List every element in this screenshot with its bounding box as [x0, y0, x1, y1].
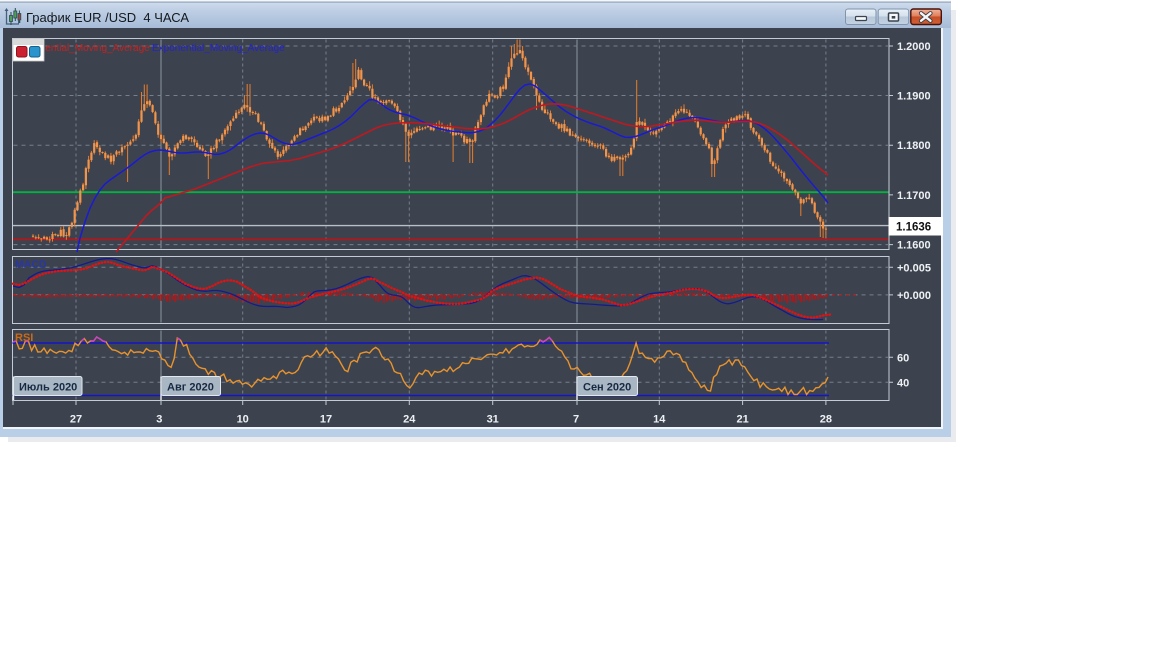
svg-text:60: 60	[897, 352, 909, 364]
svg-text:RSI: RSI	[15, 332, 33, 344]
svg-text:31: 31	[487, 414, 499, 426]
svg-text:1.1700: 1.1700	[897, 190, 931, 202]
svg-text:14: 14	[653, 414, 666, 426]
svg-text:1.1600: 1.1600	[897, 240, 931, 252]
svg-text:3: 3	[156, 414, 162, 426]
svg-text:27: 27	[70, 414, 82, 426]
svg-text:График EUR /USD 4 ЧАСА: График EUR /USD 4 ЧАСА	[26, 10, 189, 25]
svg-text:7: 7	[573, 414, 579, 426]
svg-text:MACD: MACD	[15, 259, 47, 271]
svg-text:Июль 2020: Июль 2020	[19, 382, 77, 394]
svg-text:17: 17	[320, 414, 332, 426]
svg-text:+0.005: +0.005	[897, 262, 931, 274]
svg-text:24: 24	[403, 414, 416, 426]
svg-text:1.1636: 1.1636	[896, 222, 931, 234]
svg-text:40: 40	[897, 377, 909, 389]
svg-text:28: 28	[820, 414, 832, 426]
svg-text:Exponential_Moving_Average: Exponential_Moving_Average	[152, 43, 285, 54]
svg-text:Сен 2020: Сен 2020	[583, 382, 631, 394]
svg-text:21: 21	[736, 414, 748, 426]
svg-text:1.2000: 1.2000	[897, 41, 931, 53]
svg-text:Авг 2020: Авг 2020	[167, 382, 214, 394]
svg-text:1.1900: 1.1900	[897, 91, 931, 103]
svg-text:1.1800: 1.1800	[897, 140, 931, 152]
svg-text:+0.000: +0.000	[897, 290, 931, 302]
svg-text:10: 10	[237, 414, 249, 426]
